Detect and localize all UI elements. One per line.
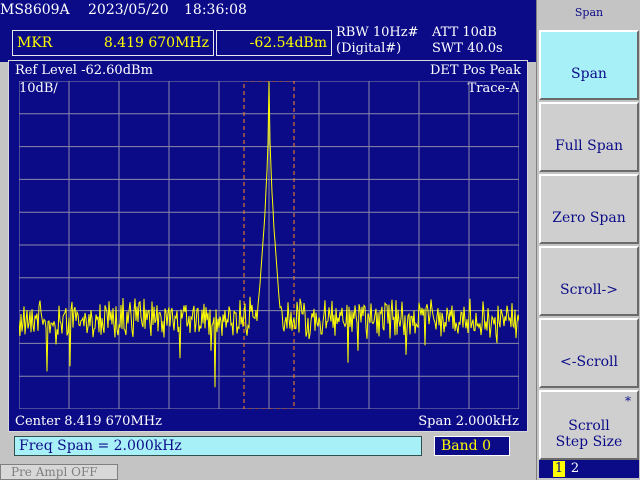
softkey-page-2[interactable]: 2 — [569, 461, 581, 477]
top-status-bar: MS8609A 2023/05/20 18:36:08 — [0, 0, 536, 28]
zero-span-softkey-label: Zero Span — [552, 210, 626, 226]
marker-frequency-field[interactable]: MKR 8.419 670MHz — [12, 30, 214, 56]
spectrum-display: Ref Level -62.60dBm 10dB/ DET Pos Peak T… — [8, 60, 528, 432]
ref-level: Ref Level -62.60dBm — [15, 63, 153, 78]
scroll-left-softkey-label: <-Scroll — [560, 354, 618, 370]
softkey-page-indicator: 1 2 — [539, 460, 639, 478]
step-size-flag: * — [625, 394, 631, 408]
preamp-text: Pre Ampl OFF — [11, 465, 98, 479]
zero-span-softkey[interactable]: Zero Span — [539, 174, 639, 244]
entry-text: Freq Span = 2.000kHz — [19, 438, 182, 454]
att-setting: ATT 10dB — [432, 25, 497, 40]
span-softkey[interactable]: Span — [539, 30, 639, 100]
span-softkey-label: Span — [571, 66, 607, 82]
detector-mode: DET Pos Peak — [429, 63, 521, 78]
scroll-right-softkey[interactable]: Scroll-> — [539, 246, 639, 316]
preamp-status: Pre Ampl OFF — [0, 464, 118, 480]
rbw-digital: (Digital#) — [336, 41, 402, 56]
scroll-right-softkey-label: Scroll-> — [560, 282, 618, 298]
time: 18:36:08 — [184, 2, 247, 18]
measurement-info-bar: MKR 8.419 670MHz -62.54dBm RBW 10Hz# (Di… — [0, 25, 536, 62]
model-name: MS8609A — [0, 2, 70, 18]
band-indicator: Band 0 — [434, 436, 510, 456]
spectrum-plot[interactable] — [19, 81, 519, 409]
span-frequency: Span 2.000kHz — [418, 414, 519, 429]
full-span-softkey-label: Full Span — [554, 138, 624, 154]
softkey-menu-title: Span — [574, 6, 604, 19]
marker-level: -62.54dBm — [249, 35, 327, 51]
scroll-step-size-label-1: Scroll — [568, 418, 610, 434]
band-text: Band 0 — [441, 438, 491, 454]
center-frequency: Center 8.419 670MHz — [15, 414, 162, 429]
full-span-softkey[interactable]: Full Span — [539, 102, 639, 172]
marker-frequency: 8.419 670MHz — [103, 35, 209, 51]
swt-setting: SWT 40.0s — [432, 41, 503, 56]
scroll-step-size-label-2: Step Size — [555, 434, 623, 450]
graticule — [19, 81, 519, 409]
scroll-left-softkey[interactable]: <-Scroll — [539, 318, 639, 388]
softkey-page-1[interactable]: 1 — [553, 461, 565, 477]
scroll-step-size-softkey[interactable]: * Scroll Step Size — [539, 390, 639, 460]
parameter-entry-field[interactable]: Freq Span = 2.000kHz — [14, 436, 422, 456]
rbw-setting: RBW 10Hz# — [336, 25, 419, 40]
marker-level-field[interactable]: -62.54dBm — [216, 30, 332, 56]
marker-label: MKR — [17, 35, 53, 51]
softkey-panel: Span Span Full Span Zero Span Scroll-> <… — [536, 0, 640, 480]
date: 2023/05/20 — [88, 2, 169, 18]
